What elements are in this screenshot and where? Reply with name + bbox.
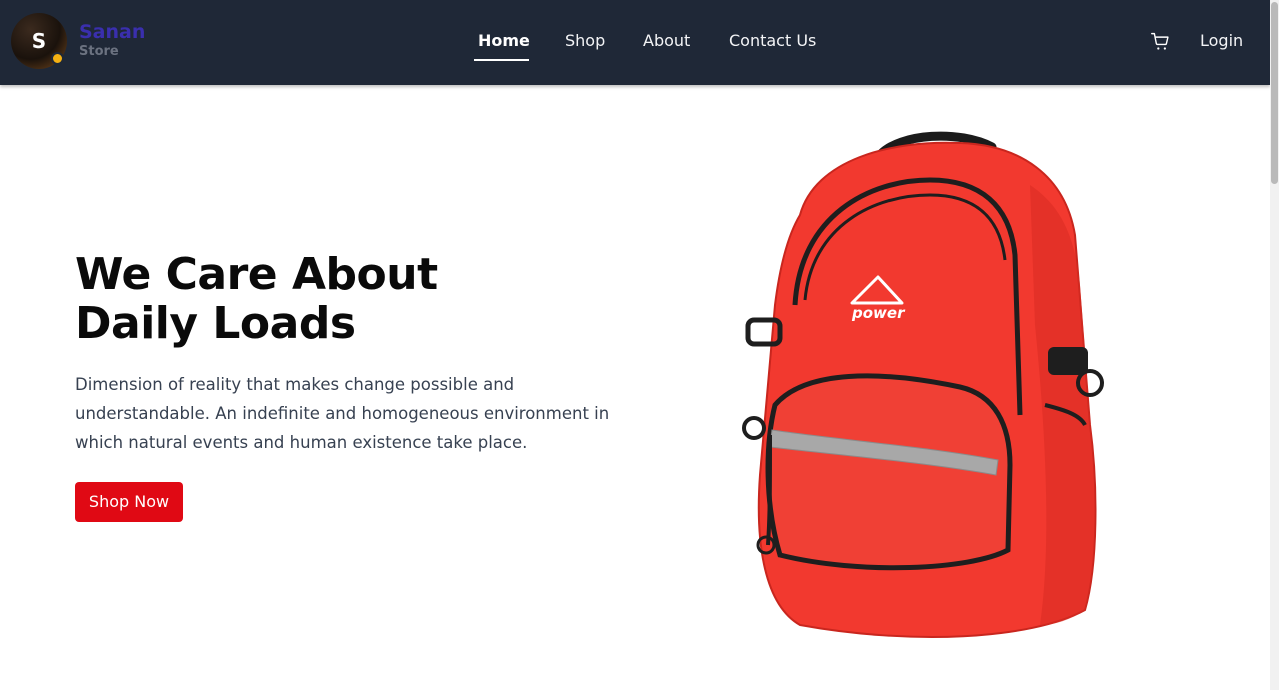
page-scrollbar[interactable] xyxy=(1270,0,1279,690)
cart-icon[interactable] xyxy=(1150,31,1171,52)
backpack-logo-text: power xyxy=(851,304,906,322)
nav-home[interactable]: Home xyxy=(478,30,530,52)
nav-active-underline xyxy=(474,59,529,61)
backpack-product-image: power xyxy=(742,131,1104,638)
nav-about[interactable]: About xyxy=(643,30,690,52)
scrollbar-thumb[interactable] xyxy=(1271,2,1278,184)
hero-title-line-1: We Care About xyxy=(75,249,438,300)
nav-contact-us[interactable]: Contact Us xyxy=(729,30,816,52)
shop-now-button[interactable]: Shop Now xyxy=(75,482,183,522)
main-nav: Home Shop About Contact Us xyxy=(0,30,1270,54)
hero-title-line-2: Daily Loads xyxy=(75,298,356,349)
top-navbar: S Sanan Store Home Shop About Contact Us… xyxy=(0,0,1270,85)
hero-description: Dimension of reality that makes change p… xyxy=(75,375,610,452)
hero-title: We Care About Daily Loads xyxy=(75,250,595,348)
login-link[interactable]: Login xyxy=(1200,30,1243,52)
nav-shop[interactable]: Shop xyxy=(565,30,605,52)
